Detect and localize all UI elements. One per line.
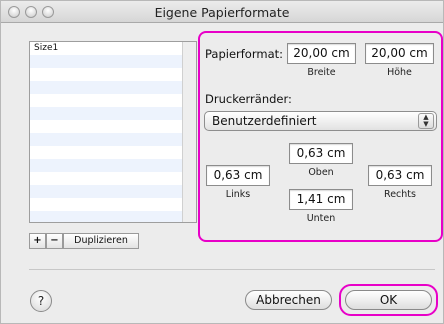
list-item-empty [30,146,182,159]
margins-preset-select[interactable]: Benutzerdefiniert ▲ ▼ [204,111,437,131]
select-arrows-icon: ▲ ▼ [418,113,434,129]
list-item-empty [30,133,182,146]
ok-highlight-frame [339,284,438,316]
list-item-empty [30,120,182,133]
help-button[interactable]: ? [30,290,52,312]
list-item-empty [30,94,182,107]
margin-left-caption: Links [225,189,251,200]
margins-label: Druckerränder: [205,92,292,106]
list-item-empty [30,172,182,185]
margin-bottom-field[interactable]: 1,41 cm [289,189,353,210]
duplicate-button[interactable]: Duplizieren [63,233,139,249]
margins-preset-value: Benutzerdefiniert [212,114,317,128]
footer-divider [29,269,435,270]
paper-format-label: Papierformat: [205,47,284,61]
height-field[interactable]: 20,00 cm [365,43,434,64]
margin-top-caption: Oben [308,167,334,178]
width-caption: Breite [307,67,336,78]
list-rows: Size1 [30,42,182,222]
add-size-button[interactable]: + [29,233,46,249]
list-item-empty [30,107,182,120]
title-bar: Eigene Papierformate [1,1,443,23]
cancel-button[interactable]: Abbrechen [245,290,332,310]
list-item-empty [30,211,182,222]
window-title: Eigene Papierformate [154,5,290,20]
paper-size-list[interactable]: Size1 [29,41,197,223]
list-item-empty [30,55,182,68]
margin-right-caption: Rechts [384,189,416,200]
margin-left-field[interactable]: 0,63 cm [206,165,270,186]
list-item-empty [30,198,182,211]
dialog-window: Eigene Papierformate Size1 + − Duplizier… [0,0,444,324]
margin-bottom-caption: Unten [306,213,336,224]
list-item[interactable]: Size1 [30,42,182,55]
margin-right-field[interactable]: 0,63 cm [368,165,432,186]
list-item-empty [30,185,182,198]
remove-size-button[interactable]: − [46,233,63,249]
list-item-empty [30,159,182,172]
list-item-empty [30,68,182,81]
width-field[interactable]: 20,00 cm [287,43,356,64]
list-item-empty [30,81,182,94]
margin-top-field[interactable]: 0,63 cm [289,143,353,164]
height-caption: Höhe [387,67,412,78]
list-scrollbar[interactable] [182,42,196,222]
